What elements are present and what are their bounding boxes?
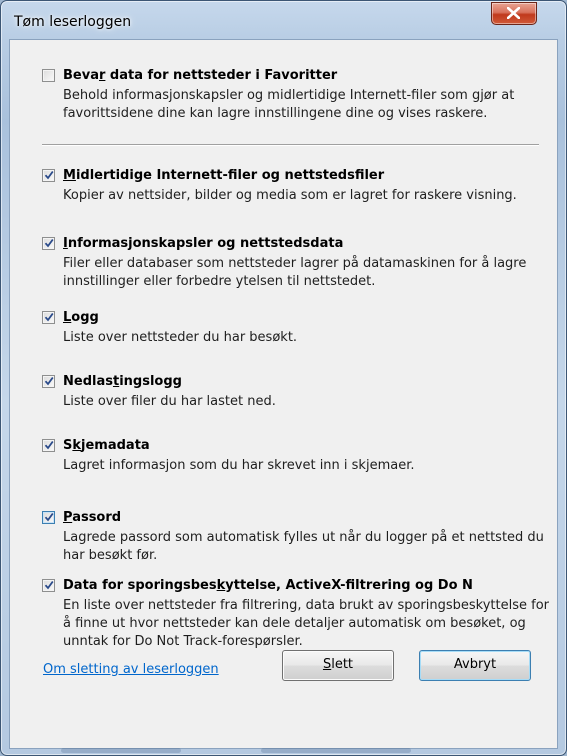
option-title: Informasjonskapsler og nettstedsdata xyxy=(63,236,344,251)
checkbox[interactable] xyxy=(42,69,55,82)
option-description: Behold informasjonskapsler og midlertidi… xyxy=(63,88,515,121)
option-title: Skjemadata xyxy=(63,438,150,453)
about-deleting-history-link[interactable]: Om sletting av leserloggen xyxy=(43,662,219,677)
frame-decoration xyxy=(61,748,181,753)
title-bar[interactable]: Tøm leserloggen xyxy=(1,1,566,39)
option-description: Filer eller databaser som nettsteder lag… xyxy=(63,256,527,289)
checkmark-icon xyxy=(44,376,54,386)
option-title: Nedlastingslogg xyxy=(63,374,182,389)
checkmark-icon xyxy=(44,440,54,450)
checkbox[interactable] xyxy=(42,439,55,452)
checkbox[interactable] xyxy=(42,237,55,250)
checkmark-icon xyxy=(44,312,54,322)
separator xyxy=(42,144,539,146)
checkmark-icon xyxy=(44,512,54,522)
window-title: Tøm leserloggen xyxy=(14,14,132,30)
option-title: Data for sporingsbeskyttelse, ActiveX-fi… xyxy=(63,578,473,593)
cancel-button[interactable]: Avbryt xyxy=(419,650,531,681)
option-title: Passord xyxy=(63,510,122,525)
close-icon xyxy=(507,7,520,19)
option-description: Kopier av nettsider, bilder og media som… xyxy=(63,188,517,203)
option-description: En liste over nettsteder fra filtrering,… xyxy=(63,598,550,649)
checkmark-icon xyxy=(44,580,54,590)
checkbox[interactable] xyxy=(42,169,55,182)
dialog-content: Bevar data for nettsteder i Favoritter B… xyxy=(9,39,558,749)
delete-button[interactable]: Slett xyxy=(282,650,394,681)
close-button[interactable] xyxy=(491,2,537,25)
option-description: Lagret informasjon som du har skrevet in… xyxy=(63,458,415,473)
option-description: Liste over nettsteder du har besøkt. xyxy=(63,330,298,345)
option-title: Logg xyxy=(63,310,99,325)
checkbox[interactable] xyxy=(42,311,55,324)
checkbox[interactable] xyxy=(42,579,55,592)
option-title: Midlertidige Internett-filer og nettsted… xyxy=(63,168,385,183)
checkmark-icon xyxy=(44,238,54,248)
option-description: Liste over filer du har lastet ned. xyxy=(63,394,276,409)
option-title: Bevar data for nettsteder i Favoritter xyxy=(63,68,338,83)
checkmark-icon xyxy=(44,170,54,180)
frame-decoration xyxy=(261,748,411,753)
checkbox[interactable] xyxy=(42,511,55,524)
dialog-window: Tøm leserloggen Bevar data for nettstede… xyxy=(0,0,567,756)
option-description: Lagrede passord som automatisk fylles ut… xyxy=(63,530,544,563)
checkbox[interactable] xyxy=(42,375,55,388)
